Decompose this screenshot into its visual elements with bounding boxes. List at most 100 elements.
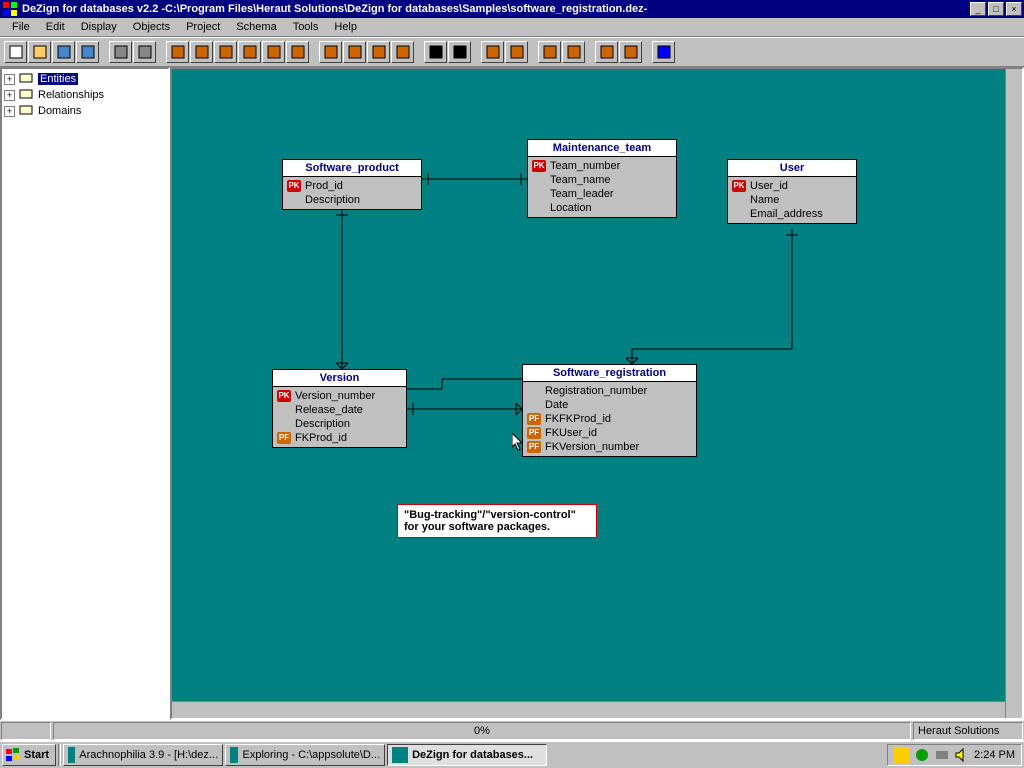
menu-tools[interactable]: Tools — [285, 19, 327, 35]
generate-button[interactable] — [538, 41, 561, 63]
entity-attribute[interactable]: ..Name — [728, 193, 856, 207]
add-domain-button[interactable] — [391, 41, 414, 63]
tree-item-relationships[interactable]: +Relationships — [4, 87, 166, 103]
save-button[interactable] — [52, 41, 75, 63]
entity-attribute[interactable]: ..Team_leader — [528, 187, 676, 201]
maximize-button[interactable]: □ — [988, 2, 1004, 16]
menu-help[interactable]: Help — [326, 19, 365, 35]
window-title: DeZign for databases v2.2 -C:\Program Fi… — [22, 3, 968, 15]
tray-icon-3[interactable] — [934, 747, 950, 763]
entity-header[interactable]: Version — [273, 370, 406, 387]
zoom-in-icon — [452, 44, 468, 60]
expand-icon[interactable]: + — [4, 106, 15, 117]
tree-node-icon — [19, 73, 35, 85]
attribute-label: Team_name — [550, 174, 611, 186]
entity-software_registration[interactable]: Software_registration ..Registration_numb… — [522, 364, 697, 457]
minimize-button[interactable]: _ — [970, 2, 986, 16]
tree-panel[interactable]: +Entities+Relationships+Domains — [0, 67, 170, 720]
zoom-out-button[interactable] — [424, 41, 447, 63]
attribute-label: Location — [550, 202, 592, 214]
save-all-icon — [80, 44, 96, 60]
menu-display[interactable]: Display — [73, 19, 125, 35]
tray-speaker-icon[interactable] — [954, 747, 970, 763]
menu-edit[interactable]: Edit — [38, 19, 73, 35]
entity-attribute[interactable]: PKTeam_number — [528, 159, 676, 173]
diagram-canvas[interactable]: Software_productPKProd_id..DescriptionMa… — [172, 69, 1022, 718]
new-button[interactable] — [4, 41, 27, 63]
entity-attribute[interactable]: ..Description — [273, 417, 406, 431]
tray-icon-1[interactable] — [894, 747, 910, 763]
menu-project[interactable]: Project — [178, 19, 228, 35]
entity-maintenance_team[interactable]: Maintenance_team PKTeam_number..Team_name… — [527, 139, 677, 218]
snap-icon — [509, 44, 525, 60]
system-tray[interactable]: 2:24 PM — [887, 744, 1022, 766]
expand-icon[interactable]: + — [4, 74, 15, 85]
entity-attribute[interactable]: ..Registration_number — [523, 384, 696, 398]
options-button[interactable] — [595, 41, 618, 63]
align-right-icon — [218, 44, 234, 60]
entity-attribute[interactable]: PFFKUser_id — [523, 426, 696, 440]
options-icon — [599, 44, 615, 60]
close-button[interactable]: × — [1006, 2, 1022, 16]
entity-attribute[interactable]: PFFKVersion_number — [523, 440, 696, 454]
attribute-label: FKFKProd_id — [545, 413, 611, 425]
tree-item-domains[interactable]: +Domains — [4, 103, 166, 119]
align-middle-button[interactable] — [262, 41, 285, 63]
align-bottom-button[interactable] — [286, 41, 309, 63]
save-all-button[interactable] — [76, 41, 99, 63]
entity-attribute[interactable]: PKVersion_number — [273, 389, 406, 403]
entity-header[interactable]: Software_product — [283, 160, 421, 177]
reverse-button[interactable] — [562, 41, 585, 63]
entity-attribute[interactable]: PKProd_id — [283, 179, 421, 193]
start-button[interactable]: Start — [2, 744, 56, 766]
entity-attribute[interactable]: ..Date — [523, 398, 696, 412]
menu-file[interactable]: File — [4, 19, 38, 35]
align-left-button[interactable] — [166, 41, 189, 63]
tray-icon-2[interactable] — [914, 747, 930, 763]
entity-attribute[interactable]: ..Email_address — [728, 207, 856, 221]
diagram-note[interactable]: "Bug-tracking"/"version-control" for you… — [397, 504, 597, 538]
taskbar-task[interactable]: DeZign for databases... — [387, 744, 547, 766]
entity-attribute[interactable]: PKUser_id — [728, 179, 856, 193]
entity-attribute[interactable]: PFFKFKProd_id — [523, 412, 696, 426]
add-relation-button[interactable] — [343, 41, 366, 63]
entity-attribute[interactable]: PFFKProd_id — [273, 431, 406, 445]
task-label: Arachnophilia 3.9 - [H:\dez... — [79, 749, 218, 761]
entity-version[interactable]: Version PKVersion_number..Release_date..D… — [272, 369, 407, 448]
align-right-button[interactable] — [214, 41, 237, 63]
entity-user[interactable]: User PKUser_id..Name..Email_address — [727, 159, 857, 224]
attribute-label: User_id — [750, 180, 788, 192]
entity-attribute[interactable]: ..Description — [283, 193, 421, 207]
zoom-out-icon — [428, 44, 444, 60]
zoom-in-button[interactable] — [448, 41, 471, 63]
tree-item-entities[interactable]: +Entities — [4, 71, 166, 87]
entity-attribute[interactable]: ..Location — [528, 201, 676, 215]
add-entity-button[interactable] — [319, 41, 342, 63]
menu-schema[interactable]: Schema — [228, 19, 284, 35]
help-button[interactable] — [652, 41, 675, 63]
print-preview-button[interactable] — [133, 41, 156, 63]
entity-attribute[interactable]: ..Release_date — [273, 403, 406, 417]
entity-header[interactable]: Maintenance_team — [528, 140, 676, 157]
entity-software_product[interactable]: Software_product PKProd_id..Description — [282, 159, 422, 210]
expand-icon[interactable]: + — [4, 90, 15, 101]
snap-button[interactable] — [505, 41, 528, 63]
taskbar-task[interactable]: Arachnophilia 3.9 - [H:\dez... — [63, 744, 223, 766]
fk-badge: PF — [527, 441, 541, 453]
print-button[interactable] — [109, 41, 132, 63]
open-button[interactable] — [28, 41, 51, 63]
attribute-label: Description — [295, 418, 350, 430]
align-center-button[interactable] — [190, 41, 213, 63]
taskbar-task[interactable]: Exploring - C:\appsolute\D... — [225, 744, 385, 766]
add-note-button[interactable] — [367, 41, 390, 63]
align-top-button[interactable] — [238, 41, 261, 63]
grid-button[interactable] — [481, 41, 504, 63]
entity-header[interactable]: Software_registration — [523, 365, 696, 382]
check-button[interactable] — [619, 41, 642, 63]
fk-badge: PF — [277, 432, 291, 444]
entity-attribute[interactable]: ..Team_name — [528, 173, 676, 187]
toolbar — [0, 37, 1024, 67]
entity-header[interactable]: User — [728, 160, 856, 177]
menu-objects[interactable]: Objects — [125, 19, 178, 35]
pk-badge: PK — [287, 180, 301, 192]
